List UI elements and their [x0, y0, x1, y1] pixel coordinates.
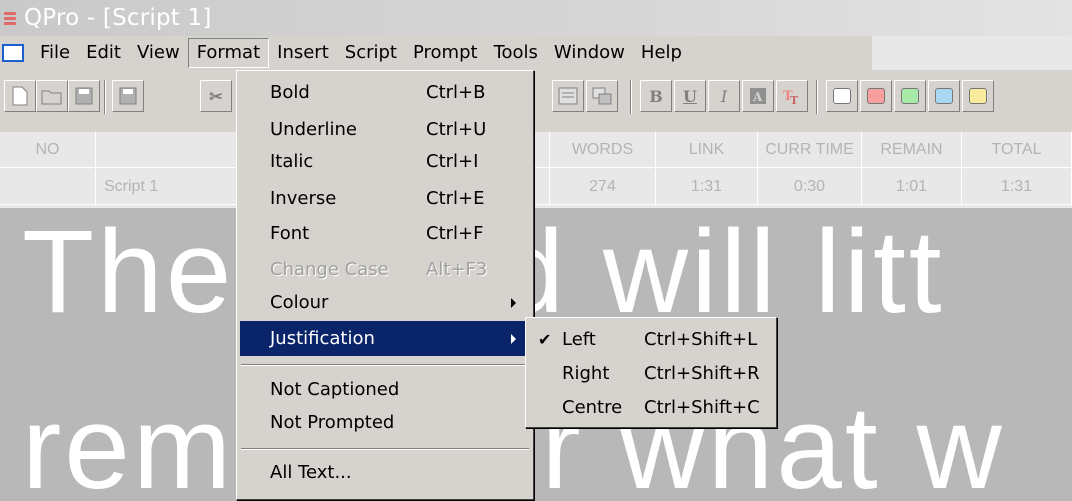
justify-right-item[interactable]: Right Ctrl+Shift+R: [528, 356, 774, 391]
menu-tools[interactable]: Tools: [486, 38, 546, 68]
row-words[interactable]: 274: [550, 169, 656, 205]
justification-submenu: ✔ Left Ctrl+Shift+L Right Ctrl+Shift+R C…: [525, 317, 777, 428]
menu-edit[interactable]: Edit: [78, 38, 129, 68]
menu-format[interactable]: Format: [187, 38, 270, 68]
swatch-yellow-button[interactable]: [962, 80, 994, 112]
swatch-white-icon: [833, 88, 851, 104]
row-remain[interactable]: 1:01: [862, 169, 962, 205]
cut-icon[interactable]: ✂: [200, 80, 232, 112]
menu-insert[interactable]: Insert: [269, 38, 337, 68]
window-title: QPro - [Script 1]: [24, 5, 212, 31]
menu-item-italic[interactable]: Italic Ctrl+I: [240, 144, 530, 179]
menu-file[interactable]: File: [32, 38, 78, 68]
header-words[interactable]: WORDS: [550, 132, 656, 168]
open-folder-icon[interactable]: [36, 80, 68, 112]
menu-item-not-captioned[interactable]: Not Captioned: [240, 372, 530, 407]
menu-separator: [241, 364, 529, 366]
header-total[interactable]: TOTAL: [962, 132, 1072, 168]
menu-item-font[interactable]: Font Ctrl+F: [240, 216, 530, 251]
menu-script[interactable]: Script: [337, 38, 405, 68]
inverse-text-icon[interactable]: A: [742, 80, 774, 112]
justify-left-item[interactable]: ✔ Left Ctrl+Shift+L: [528, 322, 774, 357]
swatch-green-button[interactable]: [894, 80, 926, 112]
save-all-icon[interactable]: [112, 80, 144, 112]
menu-item-bold[interactable]: Bold Ctrl+B: [240, 75, 530, 110]
italic-button[interactable]: I: [708, 80, 740, 112]
menu-item-all-text[interactable]: All Text...: [240, 455, 530, 490]
bold-button[interactable]: B: [640, 80, 672, 112]
swatch-blue-icon: [935, 88, 953, 104]
script-grid: NO WORDS LINK CURR TIME REMAIN TOTAL Scr…: [0, 132, 1072, 208]
menu-item-justification[interactable]: Justification: [240, 321, 530, 356]
menu-help[interactable]: Help: [633, 38, 690, 68]
menu-bar-filler: [872, 36, 1072, 70]
menu-window[interactable]: Window: [546, 38, 633, 68]
header-link[interactable]: LINK: [656, 132, 758, 168]
save-icon[interactable]: [68, 80, 100, 112]
row-no[interactable]: [0, 169, 96, 205]
row-curr-time[interactable]: 0:30: [758, 169, 862, 205]
toolbar: ✂ B U I A TT: [0, 70, 1072, 132]
font-color-icon[interactable]: TT: [776, 80, 808, 112]
prompt-output-icon[interactable]: [586, 80, 618, 112]
header-remain[interactable]: REMAIN: [862, 132, 962, 168]
new-file-icon[interactable]: [4, 80, 36, 112]
document-icon[interactable]: [2, 44, 24, 62]
format-menu: Bold Ctrl+B Underline Ctrl+U Italic Ctrl+I …: [236, 70, 534, 500]
menu-bar: File Edit View Format Insert Script Prom…: [0, 36, 872, 70]
header-curr-time[interactable]: CURR TIME: [758, 132, 862, 168]
header-no[interactable]: NO: [0, 132, 96, 168]
row-total[interactable]: 1:31: [962, 169, 1072, 205]
swatch-green-icon: [901, 88, 919, 104]
menu-item-underline[interactable]: Underline Ctrl+U: [240, 112, 530, 147]
underline-button[interactable]: U: [674, 80, 706, 112]
submenu-arrow-icon: [511, 298, 516, 308]
title-bar: QPro - [Script 1]: [0, 0, 1072, 36]
menu-item-colour[interactable]: Colour: [240, 285, 530, 320]
swatch-red-icon: [867, 88, 885, 104]
menu-item-inverse[interactable]: Inverse Ctrl+E: [240, 181, 530, 216]
svg-text:A: A: [752, 90, 763, 104]
menu-separator: [241, 448, 529, 450]
submenu-arrow-icon: [511, 334, 516, 344]
menu-prompt[interactable]: Prompt: [405, 38, 486, 68]
row-link[interactable]: 1:31: [656, 169, 758, 205]
justify-centre-item[interactable]: Centre Ctrl+Shift+C: [528, 390, 774, 425]
app-icon: [4, 10, 18, 26]
menu-item-change-case: Change Case Alt+F3: [270, 259, 488, 280]
menu-item-not-prompted[interactable]: Not Prompted: [240, 405, 530, 440]
swatch-red-button[interactable]: [860, 80, 892, 112]
swatch-white-button[interactable]: [826, 80, 858, 112]
swatch-blue-button[interactable]: [928, 80, 960, 112]
svg-text:T: T: [790, 94, 799, 106]
swatch-yellow-icon: [969, 88, 987, 104]
menu-view[interactable]: View: [129, 38, 188, 68]
checkmark-icon: ✔: [538, 330, 552, 349]
print-preview-icon[interactable]: [552, 80, 584, 112]
